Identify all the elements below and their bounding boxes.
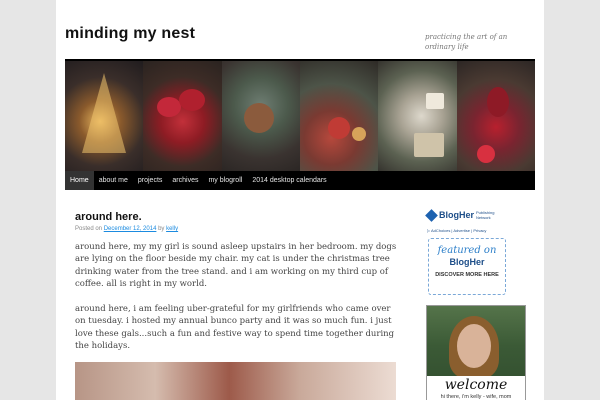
pinecone-wreath-photo [221, 61, 300, 171]
post-paragraph: around here, i am feeling uber-grateful … [75, 304, 395, 352]
main-nav: Home about me projects archives my blogr… [65, 171, 535, 190]
site-title[interactable]: minding my nest [65, 25, 195, 43]
post-photo[interactable] [75, 362, 396, 400]
post-body: around here, my my girl is sound asleep … [75, 241, 401, 365]
post-meta: Posted on December 12, 2014 by kelly [75, 226, 178, 232]
featured-on-blogher-badge[interactable]: featured on BlogHer DISCOVER MORE HERE [428, 238, 506, 295]
post-author-link[interactable]: kelly [166, 226, 178, 232]
profile-photo[interactable]: welcome hi there, i'm kelly - wife, mom [426, 305, 526, 400]
ad-links: ▷ AdChoices | Advertise | Privacy [427, 228, 487, 233]
nav-item-desktop-calendars[interactable]: 2014 desktop calendars [247, 171, 331, 190]
blogher-icon [425, 208, 438, 222]
post-title[interactable]: around here. [75, 211, 142, 223]
blogher-logo[interactable]: BlogHer Publishing Network [425, 208, 506, 222]
adchoices-icon: ▷ [427, 228, 431, 233]
gift-bottles-photo [378, 61, 457, 171]
header-image[interactable] [65, 59, 535, 173]
welcome-line: hi there, i'm kelly - wife, mom [440, 394, 512, 400]
by-label: by [158, 226, 165, 232]
poinsettia-photo [143, 61, 222, 171]
welcome-box: welcome hi there, i'm kelly - wife, mom [427, 376, 525, 400]
nav-item-archives[interactable]: archives [167, 171, 203, 190]
nav-item-blogroll[interactable]: my blogroll [203, 171, 247, 190]
blogher-logo-text: BlogHer [439, 210, 475, 220]
post-paragraph: around here, my my girl is sound asleep … [75, 242, 397, 290]
nav-item-about-me[interactable]: about me [94, 171, 133, 190]
avatar [457, 324, 491, 368]
badge-featured-text: featured on [437, 245, 497, 256]
blogher-logo-sub: Publishing Network [476, 210, 495, 220]
christmas-tree-photo [65, 61, 144, 171]
ornaments-photo [299, 61, 379, 171]
privacy-link[interactable]: Privacy [473, 228, 486, 233]
nav-item-projects[interactable]: projects [133, 171, 168, 190]
badge-brand-text: BlogHer [449, 257, 485, 267]
red-ornament-photo [456, 61, 535, 171]
nav-item-home[interactable]: Home [65, 171, 94, 190]
badge-discover-text: DISCOVER MORE HERE [435, 272, 499, 278]
site-description: practicing the art of an ordinary life [425, 33, 508, 51]
posted-on-label: Posted on [75, 226, 103, 232]
advertise-link[interactable]: Advertise [453, 228, 470, 233]
post-date-link[interactable]: December 12, 2014 [104, 226, 157, 232]
adchoices-link[interactable]: AdChoices [431, 228, 450, 233]
page: minding my nest practicing the art of an… [56, 0, 544, 400]
welcome-text: welcome [444, 377, 508, 393]
